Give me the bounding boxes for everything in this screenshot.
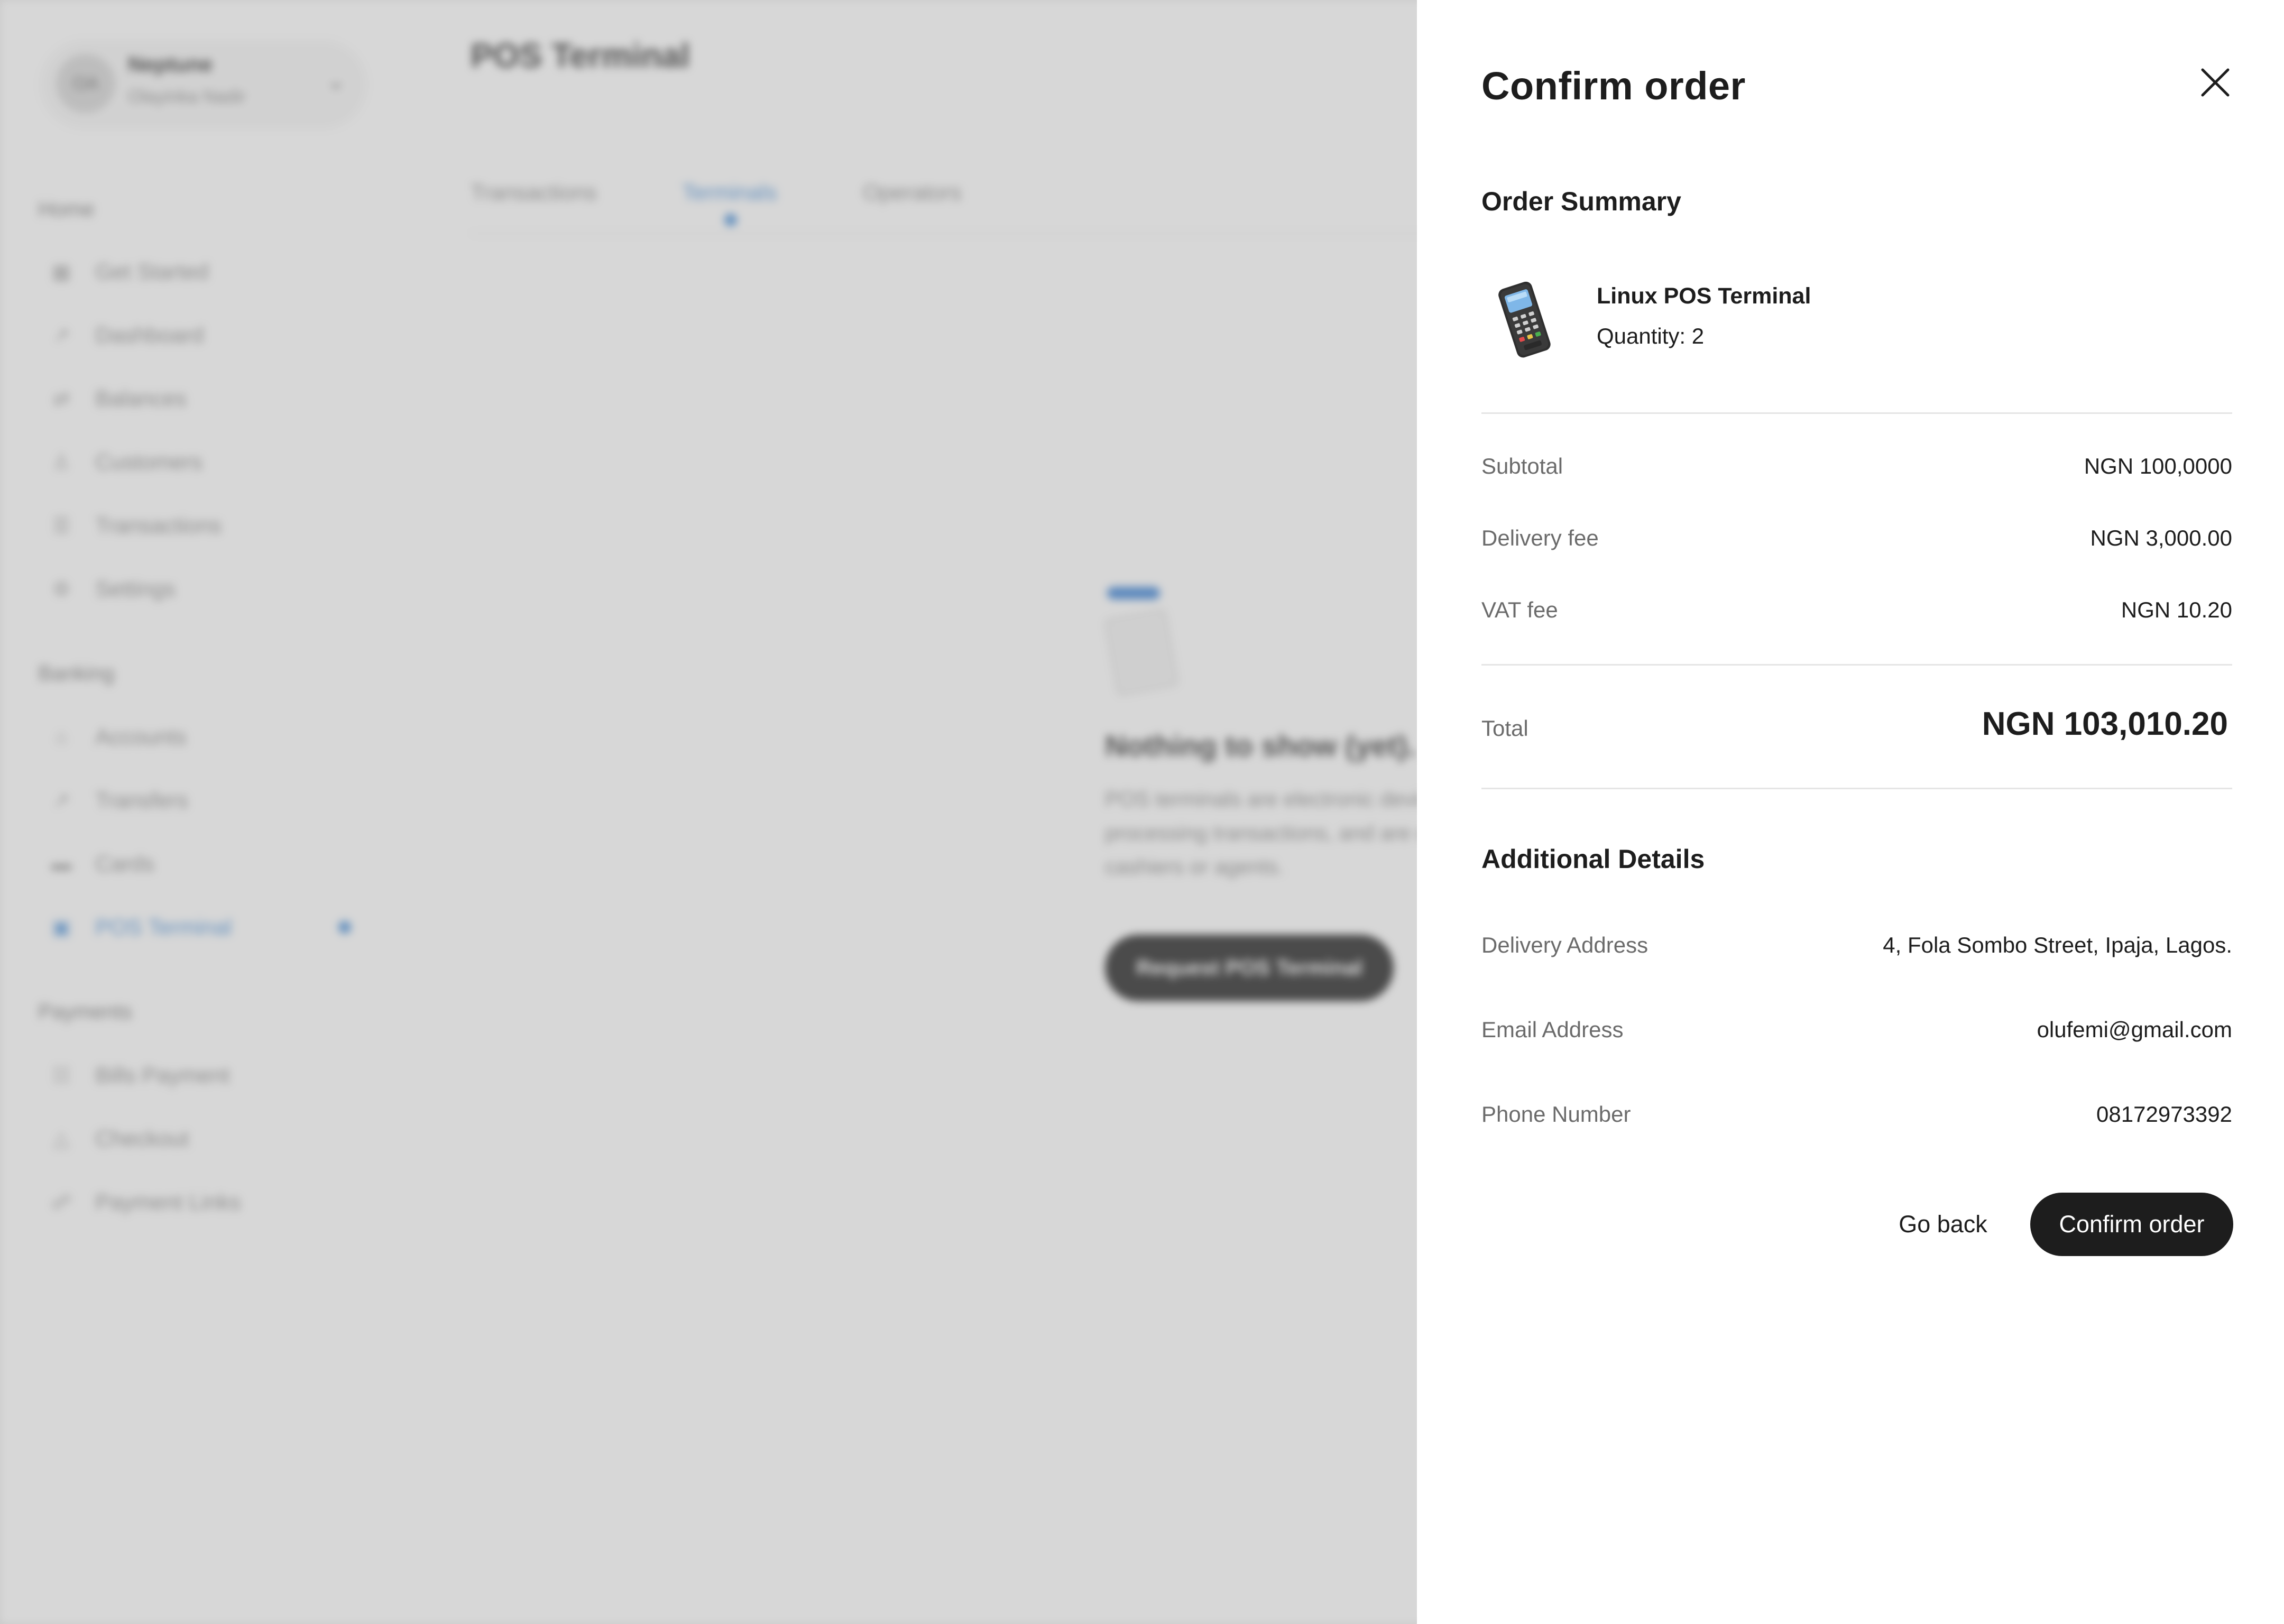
drawer-title: Confirm order [1481, 64, 1746, 108]
order-summary-title: Order Summary [1481, 187, 1681, 216]
delivery-fee-value: NGN 3,000.00 [2090, 525, 2233, 550]
divider [1481, 412, 2232, 414]
confirm-order-drawer: Confirm order Order Summary Linux POS Te… [1417, 0, 2284, 1624]
confirm-order-button[interactable]: Confirm order [2030, 1193, 2233, 1256]
phone-number-value: 08172973392 [2096, 1102, 2232, 1127]
go-back-button[interactable]: Go back [1882, 1193, 2004, 1256]
close-button[interactable] [2194, 61, 2236, 104]
delivery-address-label: Delivery Address [1481, 933, 1648, 957]
email-address-label: Email Address [1481, 1017, 1624, 1042]
vat-fee-label: VAT fee [1481, 597, 1558, 622]
subtotal-value: NGN 100,0000 [2084, 454, 2232, 478]
total-label: Total [1481, 716, 1528, 741]
additional-details-title: Additional Details [1481, 844, 1705, 874]
product-quantity: Quantity: 2 [1597, 324, 1705, 348]
pos-terminal-image [1498, 281, 1551, 358]
divider [1481, 664, 2232, 666]
email-address-value: olufemi@gmail.com [2037, 1017, 2232, 1042]
total-value: NGN 103,010.20 [1982, 706, 2228, 742]
vat-fee-value: NGN 10.20 [2121, 597, 2232, 622]
close-icon [2201, 68, 2230, 97]
subtotal-label: Subtotal [1481, 454, 1563, 478]
divider [1481, 788, 2232, 789]
product-name: Linux POS Terminal [1597, 283, 1811, 309]
delivery-address-value: 4, Fola Sombo Street, Ipaja, Lagos. [1883, 933, 2232, 957]
delivery-fee-label: Delivery fee [1481, 525, 1599, 550]
phone-number-label: Phone Number [1481, 1102, 1631, 1127]
